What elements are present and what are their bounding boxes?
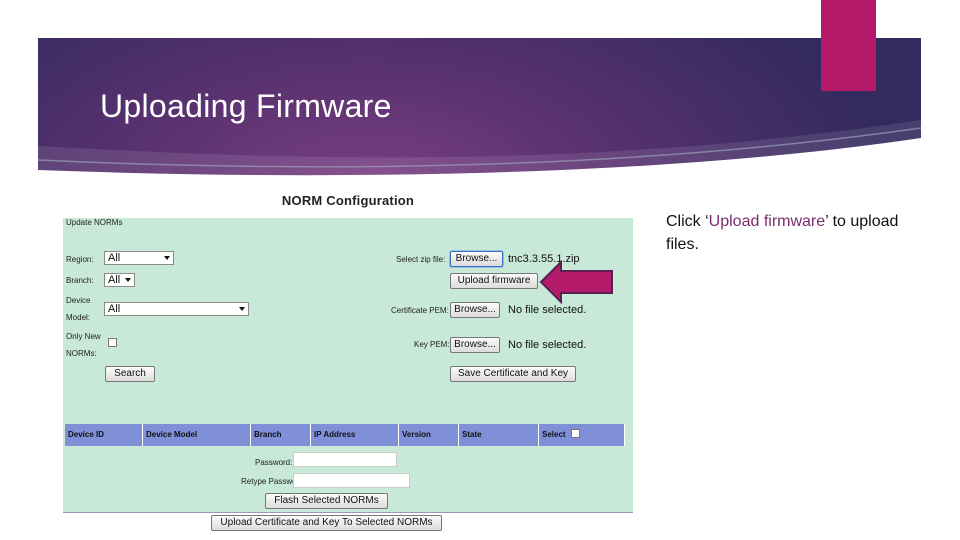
column-select-label: Select (542, 430, 566, 439)
device-model-select-value: All (108, 303, 121, 315)
region-select-value: All (108, 252, 121, 264)
column-branch: Branch (251, 424, 311, 446)
only-new-checkbox[interactable] (108, 338, 117, 347)
caption-text-before: Click ‘ (666, 213, 709, 230)
retype-password-field[interactable] (293, 473, 410, 488)
section-label: Update NORMs (66, 218, 123, 227)
column-version: Version (399, 424, 459, 446)
pointer-arrow-icon (539, 260, 613, 304)
password-label: Password: (255, 458, 293, 467)
save-certificate-button[interactable]: Save Certificate and Key (450, 366, 576, 382)
password-field[interactable] (293, 452, 397, 467)
branch-select[interactable]: All (104, 273, 135, 287)
only-new-label-line1: Only New (66, 332, 101, 341)
accent-tab (821, 0, 876, 91)
devices-table-header: Device ID Device Model Branch IP Address… (65, 424, 627, 446)
key-file-status: No file selected. (508, 339, 587, 351)
flash-selected-norms-button[interactable]: Flash Selected NORMs (265, 493, 388, 509)
column-device-id: Device ID (65, 424, 143, 446)
key-pem-label: Key PEM: (414, 340, 450, 349)
norm-configuration-title: NORM Configuration (281, 193, 415, 208)
region-label: Region: (66, 255, 94, 264)
device-model-select[interactable]: All (104, 302, 249, 316)
certificate-pem-label: Certificate PEM: (391, 306, 449, 315)
zip-browse-button[interactable]: Browse... (450, 251, 503, 267)
column-state: State (459, 424, 539, 446)
region-select[interactable]: All (104, 251, 174, 265)
instruction-caption: Click ‘Upload firmware’ to upload files. (666, 210, 926, 256)
norm-configuration-screenshot: NORM Configuration Update NORMs Region: … (63, 188, 633, 531)
column-ip-address: IP Address (311, 424, 399, 446)
column-select: Select (539, 424, 625, 446)
zip-file-label: Select zip file: (396, 255, 446, 264)
certificate-file-status: No file selected. (508, 304, 587, 316)
search-button[interactable]: Search (105, 366, 155, 382)
device-model-label-line1: Device (66, 296, 91, 305)
slide-title: Uploading Firmware (100, 88, 392, 124)
chevron-down-icon (125, 278, 131, 282)
branch-label: Branch: (66, 276, 94, 285)
chevron-down-icon (164, 256, 170, 260)
key-browse-button[interactable]: Browse... (450, 337, 500, 353)
branch-select-value: All (108, 274, 121, 286)
certificate-browse-button[interactable]: Browse... (450, 302, 500, 318)
upload-firmware-button[interactable]: Upload firmware (450, 273, 538, 289)
column-device-model: Device Model (143, 424, 251, 446)
slide-title-banner: Uploading Firmware (38, 38, 921, 178)
chevron-down-icon (239, 307, 245, 311)
upload-certificate-to-norms-button[interactable]: Upload Certificate and Key To Selected N… (211, 515, 442, 531)
select-all-checkbox[interactable] (571, 429, 580, 438)
caption-highlight: Upload firmware (708, 213, 826, 230)
device-model-label-line2: Model: (66, 313, 91, 322)
only-new-label-line2: NORMs: (66, 349, 97, 358)
